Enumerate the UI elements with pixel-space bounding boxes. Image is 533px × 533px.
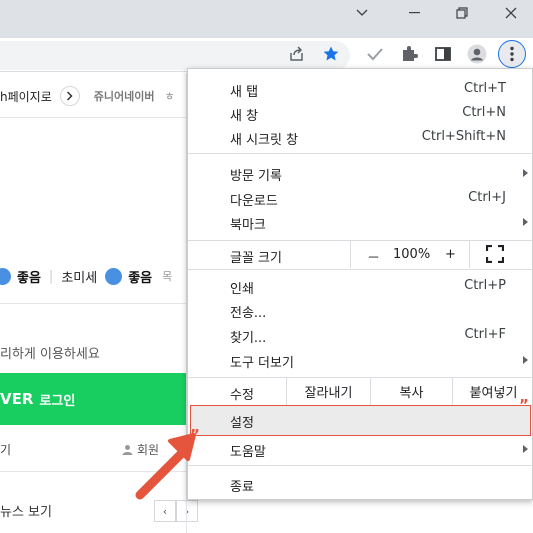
annotation-arrow-icon [135,433,196,500]
restore-icon[interactable] [439,0,485,26]
menu-item-label: 설정 [230,416,254,431]
sub-left-link[interactable]: 기 [0,441,11,458]
zoom-value: 100% [393,247,431,262]
login-hint-text: 리하게 이용하세요 [0,347,100,362]
menu-item-label: 새 시크릿 창 [230,133,299,148]
menu-item-shortcut: Ctrl+J [468,190,506,205]
dust-status-row: 좋음 | 초미세 좋음 목 [0,264,172,288]
menu-item-history[interactable]: 방문 기록 [188,161,533,185]
login-label: 로그인 [39,393,76,409]
menu-separator [188,153,533,154]
menu-item-cast[interactable]: 전송... [188,298,533,322]
menu-item-label: 도구 더보기 [230,356,294,371]
menu-item-zoom: 글꼴 크기 － 100% + [188,241,533,268]
chevron-down-icon[interactable] [339,0,385,26]
window-titlebar [0,0,533,38]
menu-item-shortcut: Ctrl+N [462,105,506,120]
more-menu-icon[interactable] [498,40,526,68]
menu-item-find[interactable]: 찾기... Ctrl+F [188,323,533,347]
side-panel-icon[interactable] [429,40,457,68]
menu-item-label: 방문 기록 [230,169,282,184]
menu-item-exit[interactable]: 종료 [188,472,533,496]
junior-tail-text: ㅎ [164,90,175,103]
menu-item-print[interactable]: 인쇄 Ctrl+P [188,274,533,298]
cut-button[interactable]: 잘라내기 [286,378,370,405]
divider [0,303,186,304]
dust-tail-text: 목 [162,270,173,283]
smile-face-icon [105,267,123,285]
news-view-link[interactable]: 뉴스 보기 [0,501,52,523]
ultrafine-label: 초미세 [61,270,98,286]
naver-logo-text: VER [0,390,34,408]
copy-button[interactable]: 복사 [370,378,452,405]
menu-item-help[interactable]: 도움말 [188,437,533,461]
share-icon[interactable] [283,40,311,68]
menu-item-edit: 수정 잘라내기 복사 붙여넣기 [188,378,533,405]
submenu-arrow-icon [523,218,528,226]
extensions-icon[interactable] [395,40,423,68]
browser-toolbar [0,38,533,72]
menu-item-settings[interactable]: 설정 [190,405,531,436]
menu-item-incognito[interactable]: 새 시크릿 창 Ctrl+Shift+N [188,125,533,149]
check-icon[interactable] [361,40,389,68]
menu-item-shortcut: Ctrl+P [464,278,506,293]
menu-item-downloads[interactable]: 다운로드 Ctrl+J [188,186,533,210]
dust-status: 좋음 [17,270,41,286]
annotation-quote-right: ” [519,396,529,414]
menu-item-label: 인쇄 [230,282,254,297]
naver-login-button[interactable]: VER 로그인 [0,373,186,425]
menu-item-shortcut: Ctrl+Shift+N [421,129,506,144]
submenu-arrow-icon [523,356,528,364]
profile-icon[interactable] [463,40,491,68]
menu-item-label: 다운로드 [230,194,278,209]
chrome-menu: 새 탭 Ctrl+T 새 창 Ctrl+N 새 시크릿 창 Ctrl+Shift… [187,68,533,500]
menu-item-label: 새 창 [230,109,259,124]
menu-item-more-tools[interactable]: 도구 더보기 [188,348,533,372]
zoom-in-button[interactable]: + [445,247,456,262]
zoom-label: 글꼴 크기 [230,251,282,266]
menu-item-shortcut: Ctrl+T [464,81,506,96]
menu-item-bookmarks[interactable]: 북마크 [188,210,533,234]
menu-item-new-window[interactable]: 새 창 Ctrl+N [188,101,533,125]
submenu-arrow-icon [523,445,528,453]
divider [0,117,186,118]
zoom-out-button[interactable]: － [367,247,380,266]
menu-item-label: 전송... [230,306,267,321]
menu-item-new-tab[interactable]: 새 탭 Ctrl+T [188,77,533,101]
junior-naver-link[interactable]: 쥬니어네이버 [94,88,155,104]
bookmark-star-icon[interactable] [317,40,345,68]
edit-label: 수정 [230,388,254,403]
menu-item-label: 찾기... [230,331,267,346]
menu-item-label: 새 탭 [230,85,259,100]
menu-item-label: 종료 [230,480,254,495]
menu-item-label: 도움말 [230,445,266,460]
smile-face-icon [0,267,11,285]
menu-item-label: 북마크 [230,218,266,233]
ultrafine-status: 좋음 [128,270,153,286]
news-link-row: h페이지로 쥬니어네이버 ㅎ [0,85,175,107]
submenu-arrow-icon [523,169,528,177]
menu-separator [188,269,533,270]
chevron-right-icon[interactable] [59,86,80,106]
news-link-text[interactable]: h페이지로 [0,88,52,105]
fullscreen-icon[interactable] [485,244,505,264]
separator: | [48,268,54,284]
minimize-icon[interactable] [391,0,437,26]
zoom-controls: － 100% + [350,241,470,268]
menu-separator [188,465,533,466]
menu-item-shortcut: Ctrl+F [464,327,506,342]
close-icon[interactable] [488,0,533,26]
